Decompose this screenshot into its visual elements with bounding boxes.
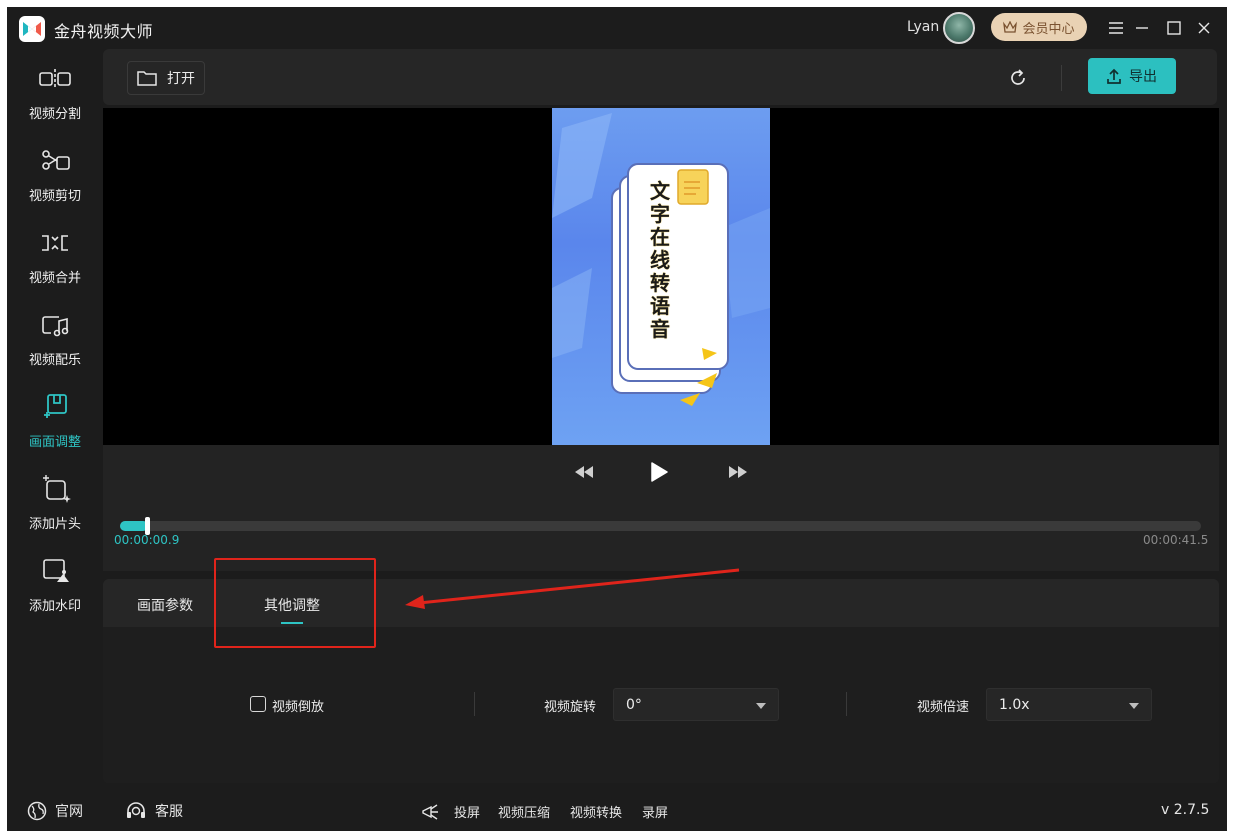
app-window: 金舟视频大师 Lyan 会员中心 视频分割 视频剪切 视频合并 视频配乐 画面调… <box>7 7 1227 831</box>
app-title: 金舟视频大师 <box>54 22 154 41</box>
video-frame: 文字在线转语音 <box>552 108 770 445</box>
total-time: 00:00:41.5 <box>1143 533 1209 547</box>
rotate-select[interactable]: 0° <box>613 688 779 721</box>
sidebar-item-label: 添加水印 <box>28 599 81 614</box>
refresh-button[interactable] <box>1003 63 1033 93</box>
player-controls: 00:00:00.9 00:00:41.5 <box>103 445 1219 571</box>
field-divider <box>474 692 475 716</box>
cast-icon <box>422 804 438 820</box>
video-caption: 文字在线转语音 <box>650 179 670 341</box>
minimize-button[interactable] <box>1129 15 1155 41</box>
sidebar-item-label: 视频合并 <box>28 271 81 286</box>
status-bar: 官网 客服 投屏 视频压缩 视频转换 录屏 v 2.7.5 <box>7 791 1227 831</box>
website-link[interactable]: 官网 <box>27 801 83 821</box>
export-button[interactable]: 导出 <box>1088 58 1176 94</box>
split-icon <box>39 69 71 89</box>
chevron-down-icon <box>1129 703 1139 709</box>
video-preview: 文字在线转语音 <box>103 108 1219 445</box>
watermark-icon <box>43 559 69 582</box>
avatar[interactable] <box>943 12 975 44</box>
fast-forward-icon <box>729 466 747 478</box>
field-divider <box>846 692 847 716</box>
globe-icon <box>27 801 47 821</box>
merge-icon <box>42 235 68 251</box>
record-link[interactable]: 录屏 <box>642 802 668 821</box>
title-bar: 金舟视频大师 Lyan 会员中心 <box>7 7 1227 49</box>
sidebar-item-watermark[interactable]: 添加水印 <box>7 545 103 623</box>
frame-adjust-icon <box>44 394 67 418</box>
play-icon <box>651 462 668 482</box>
sidebar-item-label: 画面调整 <box>28 435 81 450</box>
maximize-button[interactable] <box>1161 15 1187 41</box>
add-intro-icon <box>43 475 71 503</box>
chevron-down-icon <box>756 703 766 709</box>
current-time: 00:00:00.9 <box>114 533 180 547</box>
timeline-track[interactable] <box>120 517 1201 535</box>
tab-frame-params[interactable]: 画面参数 <box>137 595 193 615</box>
speed-select[interactable]: 1.0x <box>986 688 1152 721</box>
refresh-icon <box>1011 69 1025 85</box>
compress-link[interactable]: 视频压缩 <box>498 802 550 821</box>
upload-icon <box>1107 68 1121 84</box>
minimize-icon <box>1136 27 1148 29</box>
sidebar-item-cut[interactable]: 视频剪切 <box>7 135 103 213</box>
rotate-label: 视频旋转 <box>544 700 597 715</box>
rotate-value: 0° <box>626 697 642 713</box>
reverse-checkbox[interactable] <box>250 696 266 712</box>
panel-body: 视频倒放 视频旋转 0° 视频倍速 1.0x <box>103 627 1219 783</box>
annotation-highlight-box <box>214 558 376 648</box>
speed-label: 视频倍速 <box>917 700 970 715</box>
sidebar-item-label: 视频剪切 <box>28 189 81 204</box>
menu-icon <box>1109 22 1123 34</box>
export-label: 导出 <box>1129 69 1157 85</box>
toolbar-divider <box>1061 65 1062 91</box>
reverse-label[interactable]: 视频倒放 <box>272 696 324 715</box>
maximize-icon <box>1167 21 1181 35</box>
support-label: 客服 <box>155 804 183 820</box>
close-icon <box>1198 22 1210 34</box>
sidebar-item-split[interactable]: 视频分割 <box>7 53 103 131</box>
open-button[interactable]: 打开 <box>127 61 205 95</box>
timeline-progress <box>120 521 148 531</box>
close-button[interactable] <box>1191 15 1217 41</box>
username[interactable]: Lyan <box>907 19 939 35</box>
convert-link[interactable]: 视频转换 <box>570 802 622 821</box>
rewind-button[interactable] <box>569 459 599 485</box>
sidebar-item-frame-adjust[interactable]: 画面调整 <box>7 381 103 459</box>
scissors-icon <box>42 150 70 170</box>
fast-forward-button[interactable] <box>723 459 753 485</box>
annotation-arrow-icon <box>405 568 740 609</box>
crown-icon <box>1003 21 1018 33</box>
sidebar-item-add-intro[interactable]: 添加片头 <box>7 463 103 541</box>
music-icon <box>42 316 69 337</box>
sidebar-item-label: 视频配乐 <box>28 353 81 368</box>
toolbar: 打开 导出 <box>103 49 1217 105</box>
app-logo-icon <box>19 16 45 42</box>
support-link[interactable]: 客服 <box>125 801 183 821</box>
version-label: v 2.7.5 <box>1161 802 1210 818</box>
play-button[interactable] <box>644 457 674 487</box>
headset-icon <box>127 802 145 818</box>
sidebar-item-music[interactable]: 视频配乐 <box>7 299 103 377</box>
sidebar-item-label: 添加片头 <box>28 517 81 532</box>
rewind-icon <box>575 466 593 478</box>
website-label: 官网 <box>55 804 83 820</box>
vip-center-label: 会员中心 <box>1022 21 1075 37</box>
open-label: 打开 <box>167 71 195 87</box>
cast-link[interactable]: 投屏 <box>454 802 480 821</box>
folder-icon <box>137 71 157 86</box>
menu-button[interactable] <box>1103 15 1129 41</box>
speed-value: 1.0x <box>999 697 1030 713</box>
vip-center-button[interactable]: 会员中心 <box>991 13 1087 41</box>
sidebar-item-label: 视频分割 <box>28 107 81 122</box>
sidebar-item-merge[interactable]: 视频合并 <box>7 217 103 295</box>
